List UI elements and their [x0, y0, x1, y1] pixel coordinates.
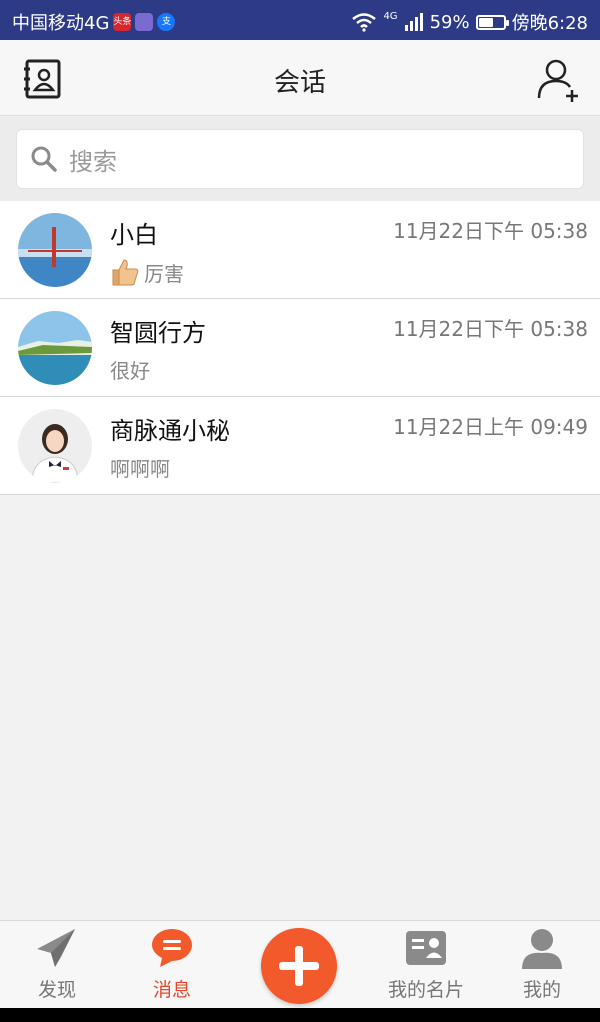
header: 会话: [0, 40, 600, 116]
add-friend-button[interactable]: [536, 56, 582, 102]
signal-icon: [404, 13, 423, 31]
nav-me[interactable]: 我的: [487, 927, 597, 1007]
plus-icon: [279, 946, 319, 986]
system-nav-bar: [0, 1008, 600, 1022]
battery-icon: [475, 14, 509, 30]
add-person-icon: [537, 59, 578, 102]
nav-label: 我的名片: [387, 979, 464, 1001]
conversation-row[interactable]: 小白 11月22日下午 05:38 厉害: [0, 201, 600, 299]
nav-label: 发现: [37, 979, 76, 1001]
conversation-row[interactable]: 智圆行方 11月22日下午 05:38 很好: [0, 299, 600, 397]
app-notification-icon: [135, 13, 154, 31]
clock: 傍晚6:28: [511, 13, 588, 34]
nav-label: 我的: [522, 979, 561, 1001]
paper-plane-icon: [35, 927, 79, 969]
search-icon: [31, 146, 57, 172]
business-card-icon: [404, 927, 448, 969]
conversation-list: 小白 11月22日下午 05:38 厉害 智圆行方 11月22日下午 05:38…: [0, 201, 600, 495]
wifi-icon: [352, 13, 377, 32]
contact-name: 智圆行方: [110, 319, 206, 347]
message-preview: 很好: [110, 355, 150, 384]
avatar: [18, 409, 92, 483]
message-time: 11月22日下午 05:38: [393, 317, 588, 341]
page-title: 会话: [273, 68, 326, 98]
message-preview: 厉害: [110, 257, 184, 287]
nav-my-card[interactable]: 我的名片: [371, 927, 481, 1007]
nav-messages[interactable]: 消息: [117, 927, 227, 1007]
avatar: [18, 213, 92, 287]
conversation-row[interactable]: 商脉通小秘 11月22日上午 09:49 啊啊啊: [0, 397, 600, 495]
preview-text: 厉害: [144, 261, 184, 286]
thumbs-up-icon: [112, 259, 139, 286]
search-placeholder: 搜索: [69, 147, 117, 176]
contact-name: 商脉通小秘: [110, 417, 230, 445]
status-left: 中国移动4G 头条 支: [12, 9, 176, 35]
preview-text: 很好: [110, 359, 150, 383]
search-area: 搜索: [0, 117, 600, 201]
news-app-icon: 头条: [113, 13, 131, 31]
message-time: 11月22日下午 05:38: [393, 219, 588, 243]
search-input[interactable]: 搜索: [16, 129, 584, 189]
contact-name: 小白: [110, 221, 158, 249]
alipay-icon: 支: [157, 13, 176, 31]
battery-fill: [478, 17, 493, 27]
add-button[interactable]: [261, 928, 337, 1004]
avatar: [18, 311, 92, 385]
status-bar: 中国移动4G 头条 支 4G 59% 傍晚6:28: [0, 0, 600, 40]
nav-label: 消息: [152, 979, 191, 1001]
carrier-label: 中国移动4G: [12, 13, 110, 34]
message-time: 11月22日上午 09:49: [393, 415, 588, 439]
battery-percent: 59%: [429, 11, 470, 33]
chat-bubble-icon: [150, 927, 194, 969]
nav-discover[interactable]: 发现: [2, 927, 112, 1007]
network-type: 4G: [383, 10, 398, 22]
message-preview: 啊啊啊: [110, 453, 170, 482]
status-right: 4G 59% 傍晚6:28: [351, 9, 588, 35]
preview-text: 啊啊啊: [110, 457, 170, 481]
person-icon: [520, 927, 564, 969]
